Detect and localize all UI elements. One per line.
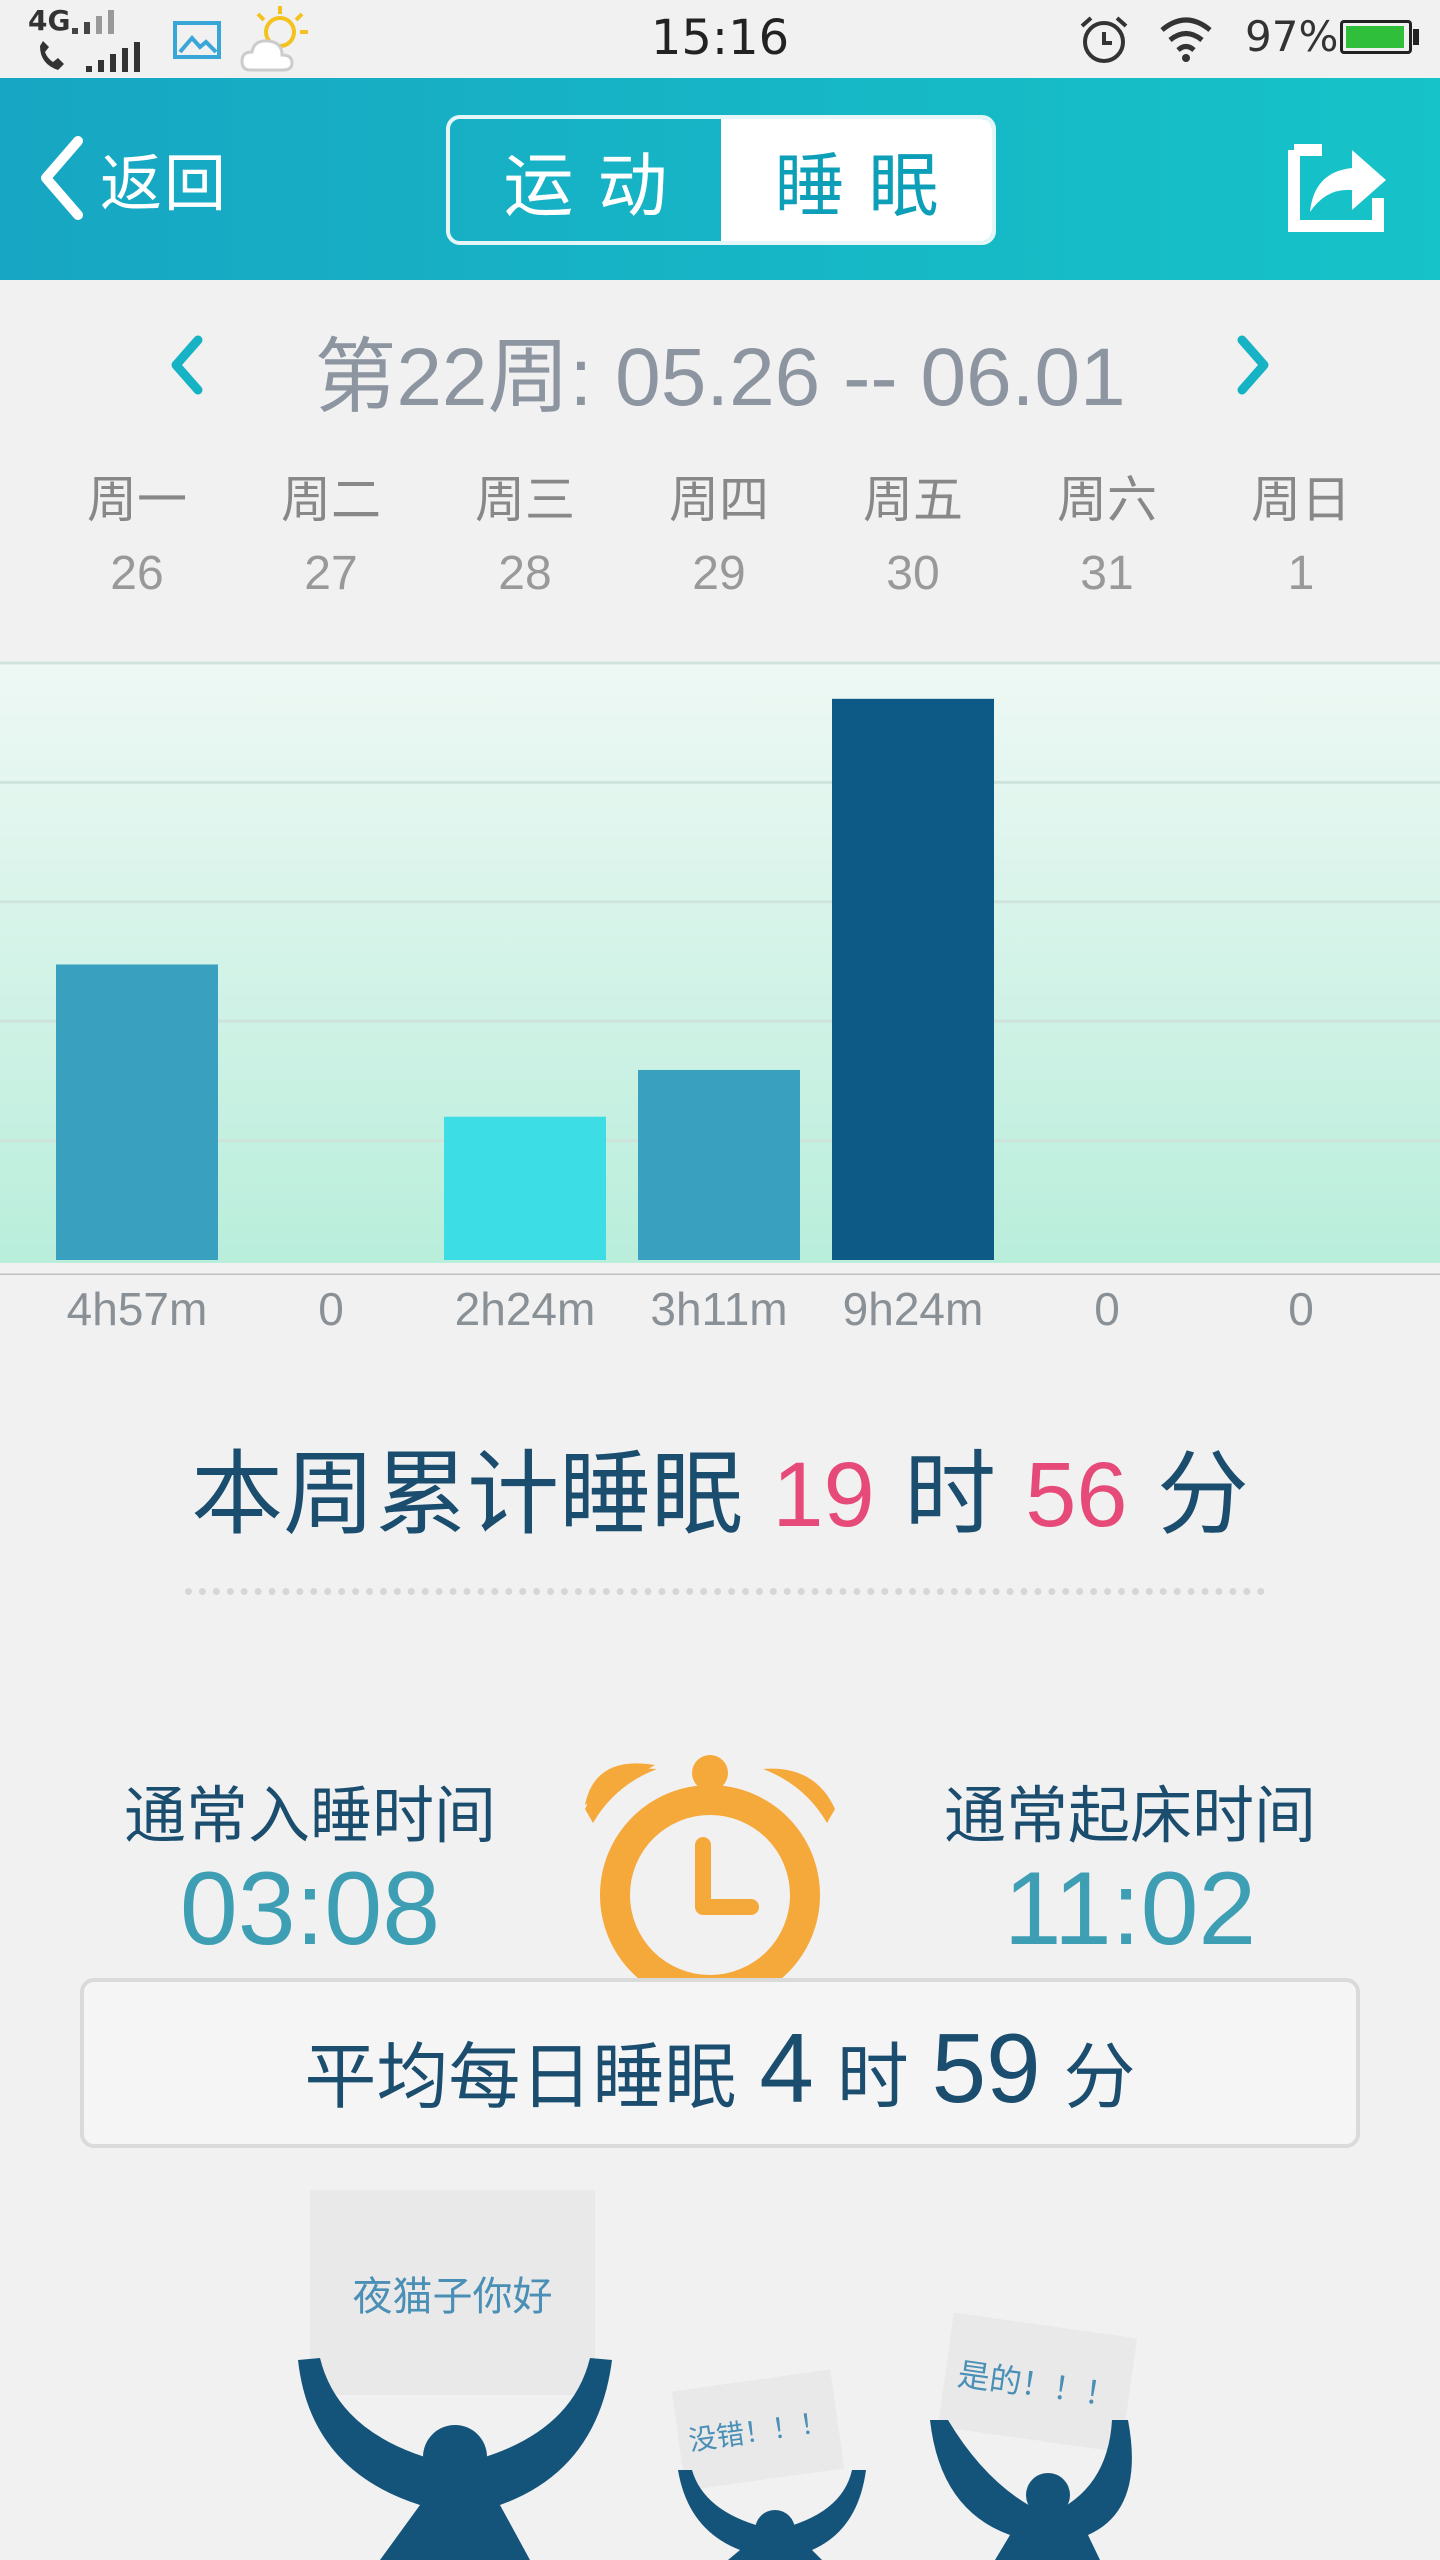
- day-name: 周四: [669, 471, 769, 529]
- day-date: 28: [498, 547, 552, 600]
- usual-sleep-label: 通常入睡时间: [123, 1779, 496, 1852]
- day-column-sat[interactable]: 周六 31: [1027, 460, 1187, 601]
- alarm-icon: [1080, 16, 1128, 63]
- weekly-total-hours-unit: 时: [903, 1441, 996, 1548]
- bar-value-label: 3h11m: [650, 1283, 788, 1335]
- usual-wake-label: 通常起床时间: [943, 1779, 1316, 1852]
- bar-value-label: 0: [1094, 1283, 1120, 1335]
- previous-week-icon[interactable]: [162, 330, 212, 400]
- next-week-icon[interactable]: [1228, 330, 1278, 400]
- bar-value-label: 0: [318, 1283, 344, 1335]
- day-column-wed[interactable]: 周三 28: [445, 460, 605, 601]
- bar-周四[interactable]: [638, 1069, 800, 1260]
- weekly-total: 本周累计睡眠 19 时 56 分: [0, 1420, 1440, 1553]
- bar-value-label: 2h24m: [454, 1283, 596, 1335]
- day-name: 周五: [863, 471, 963, 529]
- day-column-sun[interactable]: 周日 1: [1221, 460, 1381, 601]
- day-name: 周三: [475, 471, 575, 529]
- day-date: 31: [1080, 547, 1134, 600]
- chevron-left-icon: [41, 136, 83, 220]
- bar-value-label: 9h24m: [842, 1283, 984, 1335]
- status-bar: 4G 15:16 97%: [0, 0, 1440, 78]
- clock-time: 15:16: [650, 10, 790, 66]
- back-button[interactable]: 返回: [36, 128, 228, 228]
- day-date: 29: [692, 547, 746, 600]
- day-column-thu[interactable]: 周四 29: [639, 460, 799, 601]
- day-name: 周一: [87, 471, 187, 529]
- bar-周三[interactable]: [444, 1116, 606, 1260]
- day-date: 26: [110, 547, 164, 600]
- weekly-total-minutes: 56: [1025, 1444, 1128, 1546]
- day-name: 周二: [281, 471, 381, 529]
- weekly-total-prefix: 本周累计睡眠: [191, 1441, 744, 1548]
- bar-周五[interactable]: [832, 698, 994, 1260]
- mode-switch: 运动 睡眠: [446, 115, 996, 245]
- day-name: 周日: [1251, 471, 1351, 529]
- daily-average-minutes-unit: 分: [1063, 2035, 1136, 2119]
- cheering-figures-illustration: [298, 2358, 1132, 2560]
- tab-sleep[interactable]: 睡眠: [721, 119, 992, 241]
- battery-tip: [1413, 29, 1419, 45]
- week-title: 第22周: 05.26 -- 06.01: [314, 332, 1126, 423]
- usual-wake-value: 11:02: [1003, 1851, 1257, 1967]
- day-column-tue[interactable]: 周二 27: [251, 460, 411, 601]
- back-label: 返回: [100, 147, 229, 220]
- day-date: 1: [1287, 547, 1315, 600]
- wifi-icon: [1160, 17, 1212, 62]
- day-date: 30: [886, 547, 940, 600]
- day-name: 周六: [1057, 471, 1157, 529]
- bar-value-label: 0: [1288, 1283, 1314, 1335]
- dotted-divider: [185, 1588, 1265, 1595]
- sleep-bar-chart: [0, 661, 1440, 1275]
- daily-average: 平均每日睡眠 4 时 59 分: [80, 2012, 1360, 2125]
- alarm-clock-icon: [585, 1755, 835, 2005]
- daily-average-prefix: 平均每日睡眠: [304, 2035, 737, 2119]
- daily-average-hours: 4: [759, 2013, 814, 2123]
- battery-icon: [1340, 20, 1412, 54]
- bar-value-label: 4h57m: [66, 1283, 208, 1335]
- battery-percent: 97%: [1245, 12, 1339, 61]
- daily-average-minutes: 59: [931, 2013, 1041, 2123]
- share-icon[interactable]: [1286, 128, 1392, 234]
- weekly-total-hours: 19: [772, 1444, 875, 1546]
- usual-sleep-value: 03:08: [179, 1851, 441, 1967]
- daily-average-hours-unit: 时: [836, 2035, 909, 2119]
- tab-sport[interactable]: 运动: [450, 119, 721, 241]
- day-column-fri[interactable]: 周五 30: [833, 460, 993, 601]
- day-column-mon[interactable]: 周一 26: [57, 460, 217, 601]
- day-date: 27: [304, 547, 358, 600]
- weekly-total-minutes-unit: 分: [1156, 1441, 1249, 1548]
- bar-周一[interactable]: [56, 964, 218, 1260]
